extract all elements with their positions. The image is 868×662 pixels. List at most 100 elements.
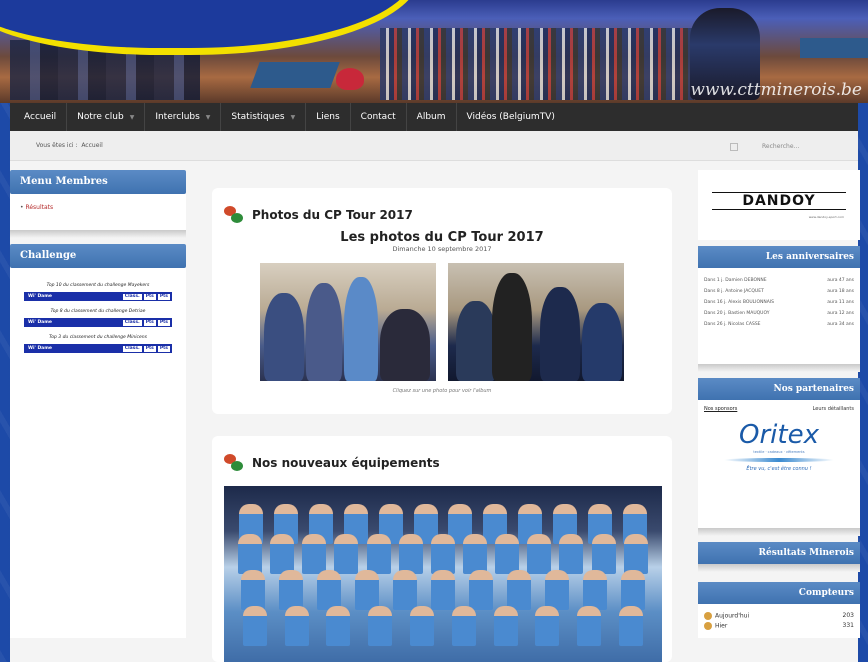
- team-row: [234, 534, 652, 574]
- chevron-down-icon: ▼: [129, 113, 135, 121]
- sponsor-dandoy[interactable]: DANDOY www.dandoy-sport.com: [698, 170, 860, 240]
- gallery-caption: Cliquez sur une photo pour voir l'album: [392, 388, 492, 394]
- person-icon: [704, 622, 712, 630]
- nav-item-accueil[interactable]: Accueil: [14, 103, 68, 131]
- counter-row: Aujourd'hui 203: [704, 612, 854, 620]
- challenge-select[interactable]: Wi' Dame: [28, 346, 52, 351]
- nav-label: Contact: [360, 112, 396, 122]
- chevron-down-icon: ▼: [290, 113, 296, 121]
- nav-label: Vidéos (BelgiumTV): [466, 112, 555, 122]
- counters-body: Aujourd'hui 203 Hier 331: [698, 604, 860, 638]
- post-title-text[interactable]: Nos nouveaux équipements: [252, 456, 440, 470]
- breadcrumb-prefix: Vous êtes ici :: [36, 142, 78, 149]
- search-input[interactable]: Recherche...: [762, 143, 799, 150]
- album-photo[interactable]: [448, 263, 624, 381]
- nav-label: Statistiques: [231, 112, 285, 122]
- list-item: Dans 26 j. Nicolas CASSE aura 34 ans: [704, 322, 854, 327]
- team-row: [234, 570, 652, 610]
- post-title: Nos nouveaux équipements: [224, 454, 660, 472]
- sponsor-logo: DANDOY: [712, 192, 846, 210]
- list-item: Dans 20 j. Bastien MAUQUOY aura 12 ans: [704, 311, 854, 316]
- nav-item-statistiques[interactable]: Statistiques ▼: [221, 103, 307, 131]
- right-sidebar: DANDOY www.dandoy-sport.com Les annivers…: [698, 170, 860, 638]
- nav-item-videos[interactable]: Vidéos (BelgiumTV): [457, 103, 565, 131]
- team-photo[interactable]: [224, 486, 662, 662]
- menu-membres-title: Menu Membres: [10, 170, 186, 194]
- partners-links: Nos sponsors Leurs détaillants: [704, 406, 854, 412]
- nav-item-album[interactable]: Album: [407, 103, 457, 131]
- challenge-class-button[interactable]: Class.: [122, 319, 142, 326]
- search-checkbox[interactable]: [730, 142, 738, 151]
- challenge-pts-button[interactable]: Pts: [157, 319, 170, 326]
- banner-table-right: [800, 38, 868, 58]
- oritex-slogan: Être vu, c'est être connu !: [746, 466, 812, 472]
- post-equipements: Nos nouveaux équipements: [212, 436, 672, 662]
- menu-link-resultats[interactable]: Résultats: [20, 204, 176, 211]
- widget-divider: [698, 564, 860, 572]
- list-item: Dans 1 j. Damien DEBONNE aura 47 ans: [704, 278, 854, 283]
- nav-item-contact[interactable]: Contact: [351, 103, 407, 131]
- oritex-tagline: textile · cadeaux · vêtements: [753, 450, 805, 454]
- partners-title: Nos partenaires: [698, 378, 860, 400]
- widget-divider: [10, 230, 186, 238]
- challenge-form[interactable]: Wi' Dame Class. Pts Pts: [24, 318, 172, 327]
- nav-label: Liens: [316, 112, 340, 122]
- post-title-text[interactable]: Photos du CP Tour 2017: [252, 208, 413, 222]
- widget-divider: [698, 364, 860, 372]
- site-url-watermark: www.cttminerois.be: [690, 80, 862, 100]
- post-title: Photos du CP Tour 2017: [224, 206, 660, 224]
- sponsor-tagline: www.dandoy-sport.com: [808, 215, 844, 219]
- nav-label: Accueil: [24, 112, 57, 122]
- counter-row: Hier 331: [704, 622, 854, 630]
- challenge-pts-button[interactable]: Pts: [157, 345, 170, 352]
- challenge-buttons: Class. Pts Pts: [122, 345, 170, 352]
- challenge-caption: Top 8 du classement du challenge Detriae: [50, 309, 146, 314]
- album-photo[interactable]: [260, 263, 436, 381]
- challenge-pts-button[interactable]: Pts: [143, 293, 156, 300]
- post-date: Dimanche 10 septembre 2017: [392, 245, 492, 253]
- left-sidebar: Menu Membres Résultats Challenge Top 10 …: [10, 170, 186, 638]
- nav-item-notre-club[interactable]: Notre club ▼: [67, 103, 146, 131]
- people-icon: [224, 206, 244, 224]
- challenge-buttons: Class. Pts Pts: [122, 319, 170, 326]
- banner-table: [250, 62, 340, 88]
- nav-item-interclubs[interactable]: Interclubs ▼: [145, 103, 222, 131]
- post-cp-tour: Photos du CP Tour 2017 Les photos du CP …: [212, 188, 672, 414]
- team-row: [234, 606, 652, 646]
- challenge-select[interactable]: Wi' Dame: [28, 294, 52, 299]
- anniversaries-title: Les anniversaires: [698, 246, 860, 268]
- challenge-class-button[interactable]: Class.: [122, 293, 142, 300]
- challenge-class-button[interactable]: Class.: [122, 345, 142, 352]
- challenge-pts-button[interactable]: Pts: [143, 319, 156, 326]
- challenge-pts-button[interactable]: Pts: [157, 293, 170, 300]
- challenge-caption: Top 10 du classement du challenge Mayeke…: [46, 283, 150, 288]
- menu-membres-body: Résultats: [10, 194, 186, 230]
- breadcrumb-bar: Vous êtes ici : Accueil Recherche...: [10, 131, 858, 161]
- breadcrumb: Vous êtes ici : Accueil: [36, 142, 103, 149]
- person-icon: [704, 612, 712, 620]
- challenge-title: Challenge: [10, 244, 186, 268]
- anniversaries-body: Dans 1 j. Damien DEBONNE aura 47 ans Dans…: [698, 268, 860, 364]
- challenge-body: Top 10 du classement du challenge Mayeke…: [10, 268, 186, 638]
- challenge-pts-button[interactable]: Pts: [143, 345, 156, 352]
- breadcrumb-current[interactable]: Accueil: [81, 142, 102, 149]
- oritex-logo[interactable]: Oritex: [704, 420, 854, 450]
- partners-body: Nos sponsors Leurs détaillants Oritex te…: [698, 400, 860, 528]
- challenge-select[interactable]: Wi' Dame: [28, 320, 52, 325]
- oritex-swoosh: [724, 458, 834, 462]
- list-item: Dans 8 j. Antoine JACQUET aura 18 ans: [704, 289, 854, 294]
- challenge-form[interactable]: Wi' Dame Class. Pts Pts: [24, 344, 172, 353]
- nav-label: Album: [416, 112, 446, 122]
- search-box[interactable]: Recherche...: [730, 140, 860, 153]
- retailers-link[interactable]: Leurs détaillants: [813, 406, 854, 412]
- nav-label: Interclubs: [155, 112, 200, 122]
- challenge-form[interactable]: Wi' Dame Class. Pts Pts: [24, 292, 172, 301]
- sponsors-link[interactable]: Nos sponsors: [704, 406, 737, 412]
- banner-crowd: [380, 28, 710, 100]
- nav-item-liens[interactable]: Liens: [306, 103, 351, 131]
- challenge-caption: Top 3 du classement du challenge Minicen…: [49, 335, 147, 340]
- nav-label: Notre club: [77, 112, 124, 122]
- widget-divider: [698, 528, 860, 536]
- results-title[interactable]: Résultats Minerois: [698, 542, 860, 564]
- challenge-buttons: Class. Pts Pts: [122, 293, 170, 300]
